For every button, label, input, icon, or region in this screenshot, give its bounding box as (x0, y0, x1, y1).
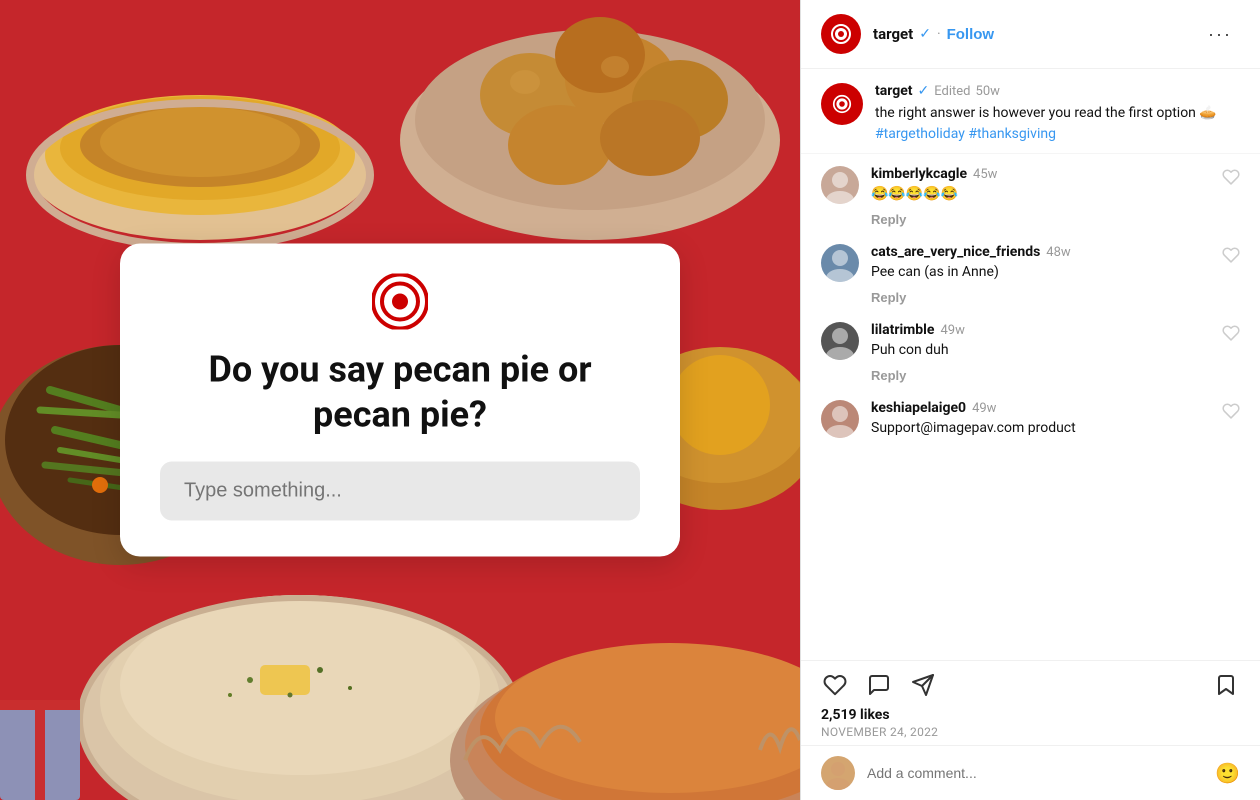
comment-meta: kimberlykcagle 45w (871, 166, 1240, 182)
add-comment-input[interactable] (867, 765, 1203, 781)
question-card: Do you say pecan pie or pecan pie? (120, 244, 680, 557)
post-avatar (821, 83, 863, 125)
post-header: target ✓ · Follow ··· (801, 0, 1260, 69)
post-username: target (875, 83, 913, 99)
comment-item: kimberlykcagle 45w 😂😂😂😂😂 Reply (801, 154, 1260, 232)
verified-icon-post: ✓ (918, 83, 930, 99)
share-button[interactable] (909, 671, 937, 699)
emoji-button[interactable]: 🙂 (1215, 761, 1240, 786)
main-post: target ✓ Edited 50w the right answer is … (801, 69, 1260, 154)
header-avatar (821, 14, 861, 54)
comment-text: Support@imagepav.com product (871, 418, 1240, 439)
bookmark-button[interactable] (1212, 671, 1240, 699)
reply-button[interactable]: Reply (871, 212, 906, 227)
add-comment-row: 🙂 (801, 745, 1260, 800)
likes-count: 2,519 likes (821, 707, 1240, 723)
actions-bar: 2,519 likes NOVEMBER 24, 2022 (801, 660, 1260, 745)
header-username: target (873, 25, 913, 43)
post-edited: Edited (934, 84, 970, 99)
comment-time: 48w (1046, 245, 1070, 260)
post-text: the right answer is however you read the… (875, 103, 1240, 145)
hashtag2[interactable]: #thanksgiving (968, 126, 1056, 142)
more-options-button[interactable]: ··· (1200, 20, 1240, 49)
follow-button[interactable]: Follow (947, 26, 995, 43)
comment-body: kimberlykcagle 45w 😂😂😂😂😂 Reply (871, 166, 1240, 228)
comments-list: kimberlykcagle 45w 😂😂😂😂😂 Reply cats_are_… (801, 154, 1260, 447)
comment-time: 49w (972, 401, 996, 416)
comment-meta: lilatrimble 49w (871, 322, 1240, 338)
add-comment-avatar (821, 756, 855, 790)
comment-meta: keshiapelaige0 49w (871, 400, 1240, 416)
like-button[interactable] (821, 671, 849, 699)
comment-item: cats_are_very_nice_friends 48w Pee can (… (801, 232, 1260, 310)
target-logo-card (372, 274, 428, 330)
comment-meta: cats_are_very_nice_friends 48w (871, 244, 1240, 260)
post-date: NOVEMBER 24, 2022 (821, 725, 1240, 739)
comment-username: lilatrimble (871, 322, 934, 338)
reply-button[interactable]: Reply (871, 368, 906, 383)
post-time: 50w (976, 84, 1000, 99)
comment-time: 45w (973, 167, 997, 182)
comment-text: Puh con duh (871, 340, 1240, 361)
comment-item: lilatrimble 49w Puh con duh Reply (801, 310, 1260, 388)
comment-body: lilatrimble 49w Puh con duh Reply (871, 322, 1240, 384)
comment-text: Pee can (as in Anne) (871, 262, 1240, 283)
header-username-row: target ✓ · Follow (873, 25, 1200, 43)
comment-avatar (821, 322, 859, 360)
comment-like-button[interactable] (1222, 168, 1240, 191)
comment-text: 😂😂😂😂😂 (871, 184, 1240, 205)
dot-separator: · (937, 26, 941, 42)
verified-icon-header: ✓ (919, 26, 931, 42)
post-image: Do you say pecan pie or pecan pie? (0, 0, 800, 800)
target-logo-header (829, 22, 853, 46)
card-question-text: Do you say pecan pie or pecan pie? (160, 348, 640, 438)
comment-like-button[interactable] (1222, 324, 1240, 347)
card-input[interactable] (160, 462, 640, 521)
comment-time: 49w (940, 323, 964, 338)
comment-body: cats_are_very_nice_friends 48w Pee can (… (871, 244, 1240, 306)
comment-username: cats_are_very_nice_friends (871, 244, 1040, 260)
comment-avatar (821, 166, 859, 204)
comment-button[interactable] (865, 671, 893, 699)
comment-like-button[interactable] (1222, 246, 1240, 269)
comment-item: keshiapelaige0 49w Support@imagepav.com … (801, 388, 1260, 447)
comment-like-button[interactable] (1222, 402, 1240, 425)
comment-username: keshiapelaige0 (871, 400, 966, 416)
comment-body: keshiapelaige0 49w Support@imagepav.com … (871, 400, 1240, 443)
comment-avatar (821, 400, 859, 438)
comment-avatar (821, 244, 859, 282)
post-content: target ✓ Edited 50w the right answer is … (801, 69, 1260, 660)
post-meta: target ✓ Edited 50w (875, 83, 1240, 99)
comment-username: kimberlykcagle (871, 166, 967, 182)
hashtag1[interactable]: #targetholiday (875, 126, 965, 142)
post-body: target ✓ Edited 50w the right answer is … (875, 83, 1240, 145)
reply-button[interactable]: Reply (871, 290, 906, 305)
right-panel: target ✓ · Follow ··· target ✓ Edited (800, 0, 1260, 800)
action-icons-row (821, 671, 1240, 699)
